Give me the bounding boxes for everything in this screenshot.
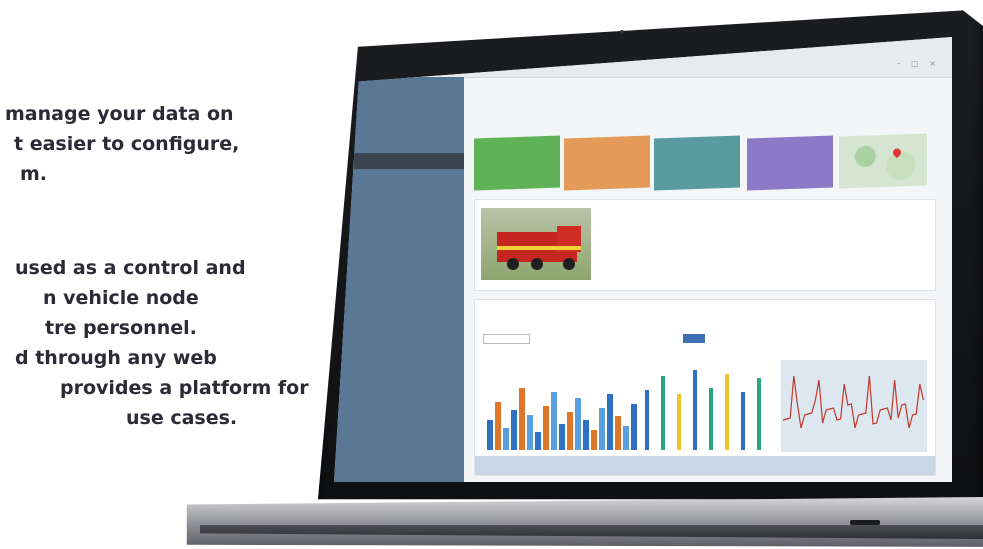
chart-bar xyxy=(741,392,745,450)
fire-truck-wheel xyxy=(507,258,519,270)
chart-bar xyxy=(575,398,581,450)
chart-bar xyxy=(623,426,629,450)
telemetry-charts xyxy=(487,360,927,452)
chart-bar xyxy=(543,406,549,450)
chart-bar xyxy=(511,410,517,450)
description-line: tre personnel. xyxy=(45,317,197,339)
window-controls[interactable]: – □ × xyxy=(897,59,940,68)
sidebar-item[interactable] xyxy=(354,175,464,191)
chart-bar xyxy=(693,370,697,450)
chart-bar xyxy=(631,404,637,450)
chart-bar xyxy=(551,392,557,450)
laptop-notch xyxy=(850,520,880,525)
intro-line: t easier to configure, xyxy=(14,133,240,155)
chart-bar xyxy=(677,394,681,450)
description-line: n vehicle node xyxy=(43,287,199,309)
sidebar-item[interactable] xyxy=(354,135,464,151)
chart-bar xyxy=(487,420,493,450)
sidebar-item[interactable] xyxy=(354,241,464,257)
sidebar-item[interactable] xyxy=(354,197,464,213)
chart-bar xyxy=(725,374,729,450)
location-map[interactable] xyxy=(839,133,927,189)
chart-bar xyxy=(567,412,573,450)
description-line: provides a platform for xyxy=(60,377,309,399)
laptop-base xyxy=(186,497,983,547)
description-line: use cases. xyxy=(126,407,238,429)
fire-truck-wheel xyxy=(531,258,543,270)
chart-bar xyxy=(535,432,541,450)
chart-bar xyxy=(645,390,649,450)
dashboard-main xyxy=(464,77,952,482)
intro-line: manage your data on xyxy=(5,103,234,125)
description-line: d through any web xyxy=(15,347,217,369)
alerts-list xyxy=(775,206,920,276)
description-line: used as a control and xyxy=(15,257,246,279)
webcam xyxy=(620,30,624,34)
chart-bar xyxy=(607,394,613,450)
chart-bar xyxy=(591,430,597,450)
fire-truck-stripe xyxy=(497,246,581,250)
stat-card[interactable] xyxy=(474,135,560,191)
footer-note xyxy=(475,456,935,475)
chart-bar xyxy=(661,376,665,450)
chart-bar xyxy=(495,402,501,450)
chart-bar xyxy=(503,428,509,450)
sidebar-item[interactable] xyxy=(354,117,464,133)
intro-paragraph: manage your data on t easier to configur… xyxy=(3,99,239,189)
chart-bar xyxy=(583,420,589,450)
chart-bar xyxy=(615,416,621,450)
map-pin-icon xyxy=(891,146,903,159)
chart-bar xyxy=(527,415,533,450)
vehicle-photo xyxy=(481,208,591,280)
graph-filters xyxy=(483,334,743,344)
date-range-select[interactable] xyxy=(483,334,530,344)
chart-bar xyxy=(599,408,605,450)
marketing-hero: manage your data on t easier to configur… xyxy=(0,0,983,549)
vehicle-panel xyxy=(474,199,936,291)
chart-bar xyxy=(757,378,761,450)
stat-card[interactable] xyxy=(564,135,650,191)
sidebar-item[interactable] xyxy=(354,285,464,301)
graph-panel xyxy=(474,299,936,476)
chart-bar xyxy=(559,424,565,450)
chart-bar xyxy=(519,388,525,450)
description-paragraph: used as a control and n vehicle node tre… xyxy=(15,253,309,433)
fire-truck-wheel xyxy=(563,258,575,270)
laptop-screen: – □ × xyxy=(334,37,952,482)
sidebar-item-active[interactable] xyxy=(354,153,464,169)
sidebar-item[interactable] xyxy=(354,263,464,279)
intro-line: m. xyxy=(20,163,48,185)
stat-card[interactable] xyxy=(747,135,833,191)
apply-filter-button[interactable] xyxy=(683,334,705,343)
sidebar-item[interactable] xyxy=(354,219,464,235)
chart-bar xyxy=(709,388,713,450)
stat-card[interactable] xyxy=(654,135,740,191)
